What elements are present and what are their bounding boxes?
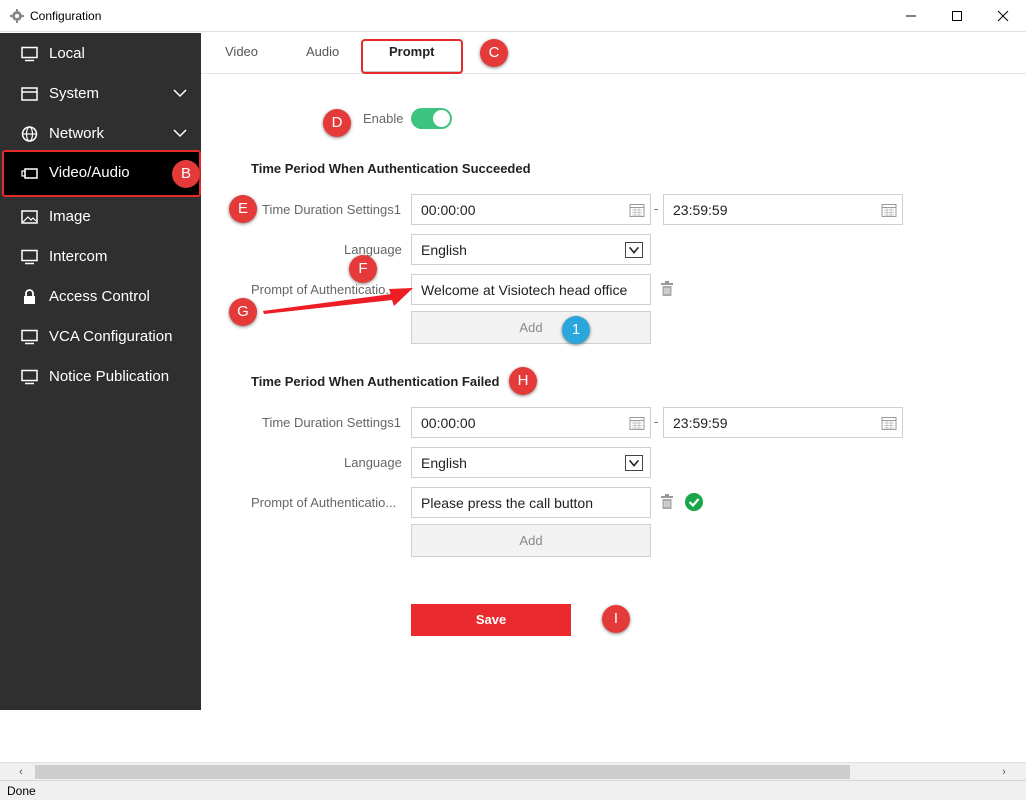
- range-dash: -: [654, 414, 659, 429]
- sidebar-item-access-control[interactable]: Access Control: [0, 277, 201, 317]
- prompt-value: Welcome at Visiotech head office: [421, 282, 628, 298]
- language-value: English: [421, 242, 467, 258]
- annotation-marker-b: B: [172, 160, 200, 188]
- failed-start-time-input[interactable]: 00:00:00: [411, 407, 651, 438]
- sidebar-item-local[interactable]: Local: [0, 34, 201, 74]
- sidebar-item-vca-configuration[interactable]: VCA Configuration: [0, 317, 201, 357]
- close-button[interactable]: [980, 0, 1026, 32]
- annotation-highlight-frame: [361, 39, 463, 74]
- monitor-icon: [21, 329, 38, 345]
- tab-bar: Video Audio Prompt C: [201, 33, 1026, 74]
- tab-video[interactable]: Video: [225, 44, 258, 59]
- close-icon: [997, 10, 1009, 22]
- monitor-icon: [21, 249, 38, 265]
- maximize-button[interactable]: [934, 0, 980, 32]
- end-time-value: 23:59:59: [673, 415, 728, 431]
- monitor-icon: [21, 369, 38, 385]
- sidebar-item-intercom[interactable]: Intercom: [0, 237, 201, 277]
- minimize-icon: [906, 15, 916, 17]
- success-end-time-input[interactable]: 23:59:59: [663, 194, 903, 225]
- chevron-down-icon: [173, 129, 187, 138]
- annotation-marker-d: D: [323, 109, 351, 137]
- annotation-marker-h: H: [509, 367, 537, 395]
- success-prompt-input[interactable]: Welcome at Visiotech head office: [411, 274, 651, 305]
- failed-language-select[interactable]: English: [411, 447, 651, 478]
- failed-add-button[interactable]: Add: [411, 524, 651, 557]
- range-dash: -: [654, 201, 659, 216]
- window-title: Configuration: [30, 9, 102, 23]
- success-check-icon: [685, 493, 703, 511]
- failed-prompt-input[interactable]: Please press the call button: [411, 487, 651, 518]
- sidebar-item-video-audio[interactable]: Video/Audio B: [2, 150, 201, 197]
- gear-icon: [10, 9, 24, 23]
- annotation-marker-e: E: [229, 195, 257, 223]
- sidebar-item-label: Local: [49, 45, 85, 62]
- lock-icon: [24, 289, 35, 304]
- trash-icon[interactable]: [660, 494, 674, 510]
- sidebar-item-label: Video/Audio: [49, 164, 130, 181]
- enable-toggle[interactable]: [411, 108, 452, 129]
- toggle-knob: [433, 110, 450, 127]
- annotation-marker-i: I: [602, 605, 630, 633]
- monitor-icon: [21, 46, 38, 62]
- trash-icon[interactable]: [660, 281, 674, 297]
- calendar-icon[interactable]: [881, 415, 897, 431]
- title-bar: Configuration: [0, 0, 1026, 32]
- success-duration-label: Time Duration Settings1: [262, 202, 401, 217]
- enable-label: Enable: [363, 111, 404, 126]
- tab-audio[interactable]: Audio: [306, 44, 339, 59]
- scroll-right-icon[interactable]: ›: [997, 765, 1011, 779]
- image-icon: [21, 210, 38, 224]
- maximize-icon: [952, 11, 962, 21]
- calendar-icon[interactable]: [629, 415, 645, 431]
- language-value: English: [421, 455, 467, 471]
- annotation-marker-c: C: [480, 39, 508, 67]
- sidebar-item-label: Image: [49, 208, 91, 225]
- camera-icon: [21, 168, 38, 179]
- prompt-value: Please press the call button: [421, 495, 593, 511]
- sidebar-item-notice-publication[interactable]: Notice Publication: [0, 357, 201, 397]
- chevron-down-icon: [625, 242, 643, 258]
- end-time-value: 23:59:59: [673, 202, 728, 218]
- sidebar-item-label: System: [49, 85, 100, 102]
- chevron-down-icon: [173, 89, 187, 98]
- success-add-button[interactable]: Add: [411, 311, 651, 344]
- sidebar-item-label: Intercom: [49, 248, 108, 265]
- failed-end-time-input[interactable]: 23:59:59: [663, 407, 903, 438]
- calendar-icon[interactable]: [629, 202, 645, 218]
- scrollbar-thumb[interactable]: [35, 765, 850, 779]
- sidebar-item-label: Access Control: [49, 288, 150, 305]
- calendar-icon[interactable]: [881, 202, 897, 218]
- failed-duration-label: Time Duration Settings1: [262, 415, 401, 430]
- sidebar-item-network[interactable]: Network: [0, 114, 201, 154]
- annotation-arrow: [263, 288, 413, 314]
- annotation-marker-1: 1: [562, 316, 590, 344]
- sidebar: Local System Network Video/Audio B Image…: [0, 33, 201, 710]
- success-language-select[interactable]: English: [411, 234, 651, 265]
- sidebar-item-system[interactable]: System: [0, 74, 201, 114]
- success-language-label: Language: [344, 242, 402, 257]
- horizontal-scrollbar[interactable]: ‹ ›: [0, 762, 1026, 780]
- sidebar-item-label: Notice Publication: [49, 368, 170, 385]
- start-time-value: 00:00:00: [421, 202, 476, 218]
- failed-prompt-label: Prompt of Authenticatio...: [251, 495, 397, 510]
- success-start-time-input[interactable]: 00:00:00: [411, 194, 651, 225]
- status-text: Done: [7, 784, 36, 798]
- start-time-value: 00:00:00: [421, 415, 476, 431]
- globe-icon: [21, 126, 38, 142]
- sidebar-item-label: VCA Configuration: [49, 328, 173, 345]
- minimize-button[interactable]: [888, 0, 934, 32]
- success-section-title: Time Period When Authentication Succeede…: [251, 161, 531, 176]
- scroll-left-icon[interactable]: ‹: [14, 765, 28, 779]
- chevron-down-icon: [625, 455, 643, 471]
- main-panel: Video Audio Prompt C D Enable Time Perio…: [201, 33, 1026, 762]
- window-icon: [21, 87, 38, 101]
- failed-language-label: Language: [344, 455, 402, 470]
- annotation-marker-g: G: [229, 298, 257, 326]
- save-button[interactable]: Save: [411, 604, 571, 636]
- failed-section-title: Time Period When Authentication Failed: [251, 374, 500, 389]
- sidebar-item-label: Network: [49, 125, 105, 142]
- status-bar: Done: [0, 780, 1026, 800]
- sidebar-item-image[interactable]: Image: [0, 197, 201, 237]
